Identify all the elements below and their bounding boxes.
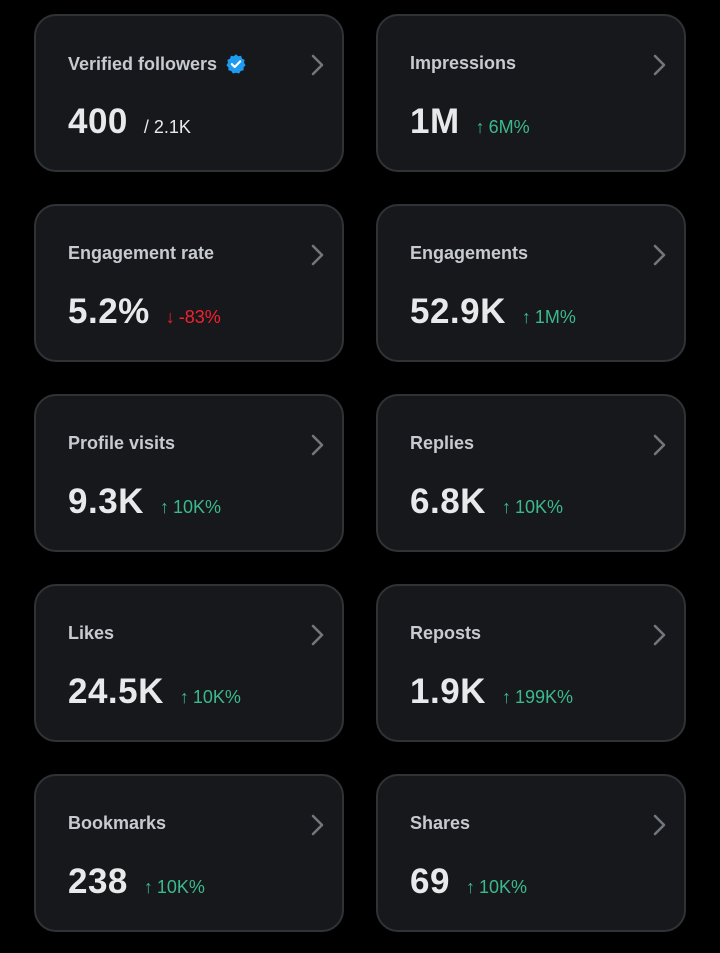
metric-card-shares[interactable]: Shares 69 ↑ 10K% bbox=[376, 774, 686, 932]
metric-value-row: 400 / 2.1K bbox=[68, 102, 191, 142]
card-title: Engagements bbox=[410, 243, 529, 263]
metric-card-profile-visits[interactable]: Profile visits 9.3K ↑ 10K% bbox=[34, 394, 344, 552]
metric-total: / 2.1K bbox=[143, 117, 191, 137]
metric-card-replies[interactable]: Replies 6.8K ↑ 10K% bbox=[376, 394, 686, 552]
metric-card-impressions[interactable]: Impressions 1M ↑ 6M% bbox=[376, 14, 686, 172]
arrow-up-icon: ↑ bbox=[143, 877, 153, 897]
metric-value-row: 9.3K ↑ 10K% bbox=[68, 482, 221, 522]
metric-change-value: 199K% bbox=[514, 687, 573, 707]
card-title: Shares bbox=[410, 813, 471, 833]
arrow-up-icon: ↑ bbox=[475, 117, 485, 137]
card-title-row: Reposts bbox=[410, 623, 481, 644]
metric-change: ↓ -83% bbox=[166, 307, 221, 328]
metric-card-reposts[interactable]: Reposts 1.9K ↑ 199K% bbox=[376, 584, 686, 742]
metric-change-value: 6M% bbox=[488, 117, 530, 137]
card-title-row: Engagement rate bbox=[68, 243, 214, 264]
card-title-row: Impressions bbox=[410, 53, 516, 74]
metric-value-row: 69 ↑ 10K% bbox=[410, 862, 527, 902]
metric-card-bookmarks[interactable]: Bookmarks 238 ↑ 10K% bbox=[34, 774, 344, 932]
metric-value: 5.2% bbox=[68, 292, 150, 331]
card-title-row: Profile visits bbox=[68, 433, 175, 454]
chevron-right-icon[interactable] bbox=[650, 52, 670, 78]
chevron-right-icon[interactable] bbox=[308, 622, 328, 648]
metric-card-likes[interactable]: Likes 24.5K ↑ 10K% bbox=[34, 584, 344, 742]
metric-change: ↑ 1M% bbox=[522, 307, 576, 328]
arrow-up-icon: ↑ bbox=[179, 687, 189, 707]
arrow-up-icon: ↑ bbox=[159, 497, 169, 517]
card-title: Profile visits bbox=[68, 433, 176, 453]
metric-change-value: 10K% bbox=[192, 687, 241, 707]
metric-value: 238 bbox=[68, 862, 128, 901]
chevron-right-icon[interactable] bbox=[650, 242, 670, 268]
metric-change-value: 1M% bbox=[534, 307, 576, 327]
card-title: Engagement rate bbox=[68, 243, 215, 263]
card-title-row: Engagements bbox=[410, 243, 528, 264]
metric-card-engagements[interactable]: Engagements 52.9K ↑ 1M% bbox=[376, 204, 686, 362]
metric-change: ↑ 10K% bbox=[466, 877, 527, 898]
arrow-up-icon: ↑ bbox=[501, 687, 511, 707]
arrow-up-icon: ↑ bbox=[465, 877, 475, 897]
chevron-right-icon[interactable] bbox=[308, 242, 328, 268]
metric-card-verified-followers[interactable]: Verified followers 400 / 2.1K bbox=[34, 14, 344, 172]
chevron-right-icon[interactable] bbox=[308, 432, 328, 458]
metric-change-value: 10K% bbox=[478, 877, 527, 897]
card-title: Likes bbox=[68, 623, 115, 643]
metric-value-row: 5.2% ↓ -83% bbox=[68, 292, 221, 332]
metric-change: ↑ 6M% bbox=[476, 117, 530, 138]
metric-change-value: 10K% bbox=[156, 877, 205, 897]
card-title: Impressions bbox=[410, 53, 517, 73]
metric-value-row: 24.5K ↑ 10K% bbox=[68, 672, 241, 712]
metric-value: 52.9K bbox=[410, 292, 506, 331]
arrow-up-icon: ↑ bbox=[521, 307, 531, 327]
arrow-down-icon: ↓ bbox=[165, 307, 175, 327]
metric-change-value: 10K% bbox=[514, 497, 563, 517]
metric-value: 400 bbox=[68, 102, 128, 141]
card-title-row: Verified followers bbox=[68, 53, 247, 75]
metric-value: 1M bbox=[410, 102, 460, 141]
metric-value-row: 1M ↑ 6M% bbox=[410, 102, 530, 142]
card-title: Bookmarks bbox=[68, 813, 167, 833]
metric-value-row: 1.9K ↑ 199K% bbox=[410, 672, 573, 712]
card-title: Reposts bbox=[410, 623, 482, 643]
metric-value: 6.8K bbox=[410, 482, 486, 521]
chevron-right-icon[interactable] bbox=[650, 622, 670, 648]
metric-value: 69 bbox=[410, 862, 450, 901]
metrics-grid: Verified followers 400 / 2.1K Impression… bbox=[34, 14, 686, 932]
metric-value-row: 52.9K ↑ 1M% bbox=[410, 292, 576, 332]
card-title: Replies bbox=[410, 433, 475, 453]
card-title-row: Likes bbox=[68, 623, 114, 644]
verified-badge-icon bbox=[225, 53, 247, 75]
card-title: Verified followers bbox=[68, 53, 218, 74]
metric-value: 1.9K bbox=[410, 672, 486, 711]
metric-change: ↑ 10K% bbox=[502, 497, 563, 518]
metric-change: ↑ 10K% bbox=[180, 687, 241, 708]
card-title-row: Shares bbox=[410, 813, 470, 834]
metric-change-value: -83% bbox=[178, 307, 221, 327]
metric-value: 24.5K bbox=[68, 672, 164, 711]
metric-change: ↑ 10K% bbox=[160, 497, 221, 518]
chevron-right-icon[interactable] bbox=[308, 52, 328, 78]
chevron-right-icon[interactable] bbox=[650, 432, 670, 458]
metric-change: ↑ 10K% bbox=[144, 877, 205, 898]
chevron-right-icon[interactable] bbox=[308, 812, 328, 838]
metric-value-row: 6.8K ↑ 10K% bbox=[410, 482, 563, 522]
arrow-up-icon: ↑ bbox=[501, 497, 511, 517]
chevron-right-icon[interactable] bbox=[650, 812, 670, 838]
metric-change: ↑ 199K% bbox=[502, 687, 573, 708]
metric-card-engagement-rate[interactable]: Engagement rate 5.2% ↓ -83% bbox=[34, 204, 344, 362]
metric-value: 9.3K bbox=[68, 482, 144, 521]
metric-value-row: 238 ↑ 10K% bbox=[68, 862, 205, 902]
metric-change-value: 10K% bbox=[172, 497, 221, 517]
card-title-row: Replies bbox=[410, 433, 474, 454]
card-title-row: Bookmarks bbox=[68, 813, 166, 834]
